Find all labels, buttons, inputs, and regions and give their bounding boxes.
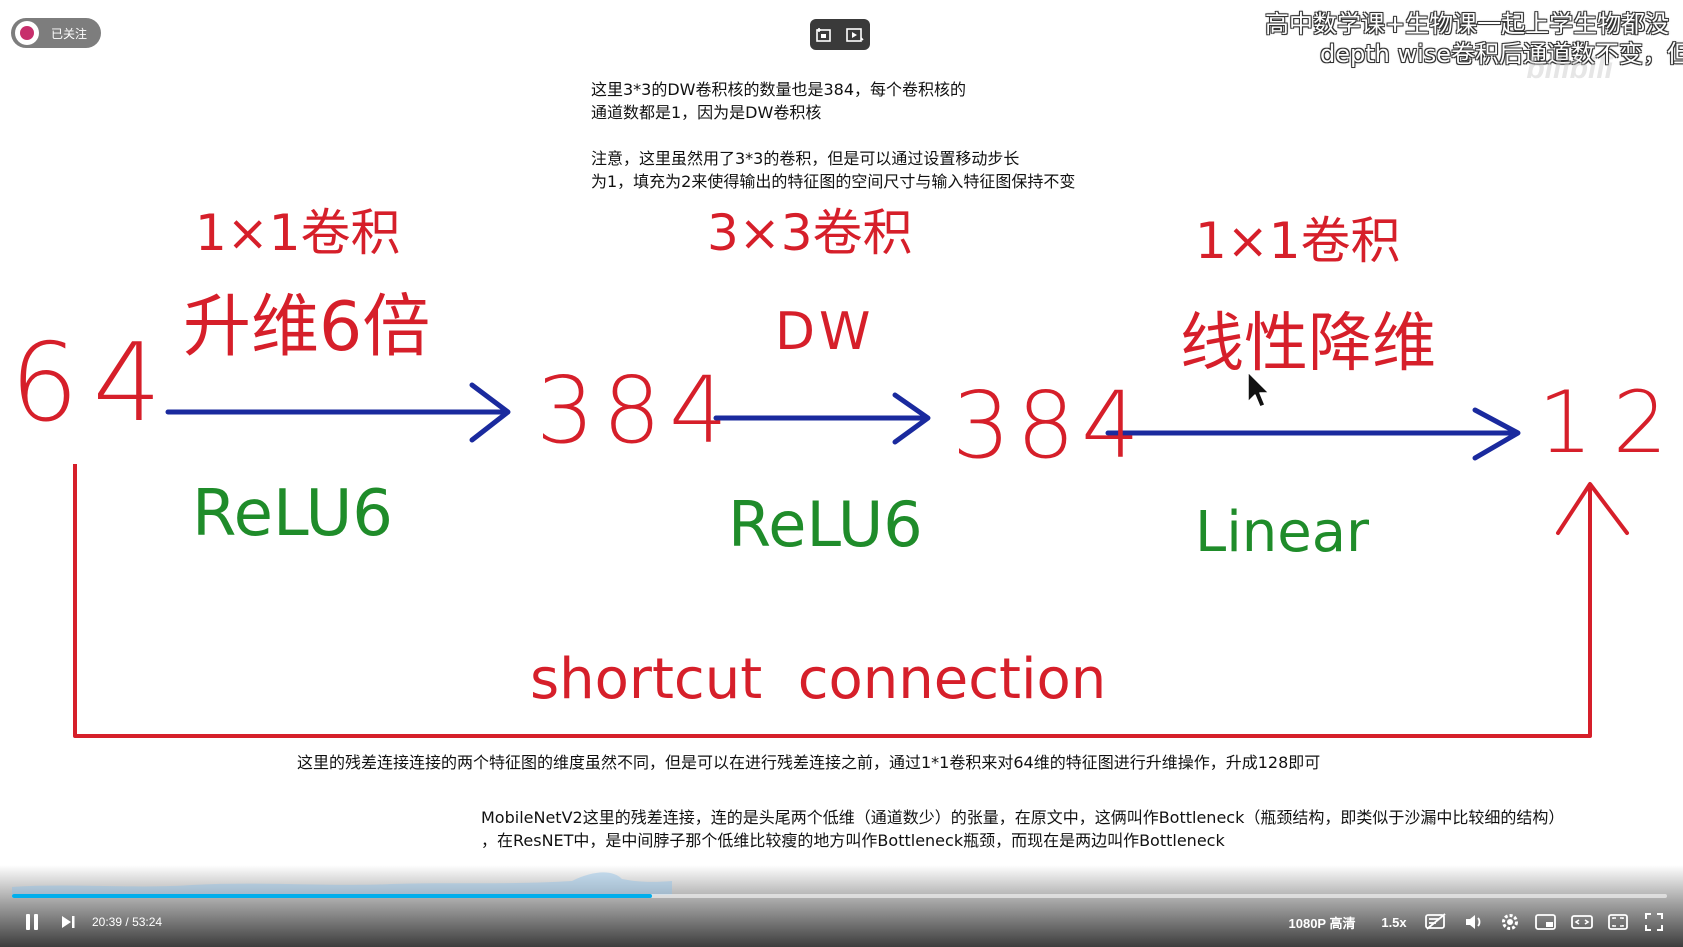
current-time: 20:39 (92, 915, 123, 929)
arrow-3 (1105, 407, 1521, 461)
time-display: 20:39 / 53:24 (92, 915, 162, 929)
stage2-activation-label: ReLU6 (728, 488, 923, 561)
progress-bar[interactable] (12, 894, 1667, 898)
stage2-op-label: DW (775, 302, 875, 362)
speed-selector[interactable]: 1.5x (1376, 907, 1412, 937)
web-fullscreen-icon[interactable] (1604, 907, 1632, 937)
video-frame[interactable]: 已关注 高中数学课+生物课一起上学生物都没 depth wise卷积后通道数不变… (0, 0, 1683, 947)
pause-button[interactable] (20, 907, 44, 937)
dw-dim-label: 384 (952, 372, 1146, 479)
note-bottleneck-line1: MobileNetV2这里的残差连接，连的是头尾两个低维（通道数少）的张量，在原… (481, 808, 1565, 827)
stage3-kernel-label: 1×1卷积 (1195, 212, 1401, 270)
controls-row: 20:39 / 53:24 1080P 高清 1.5x (0, 907, 1683, 939)
quality-selector[interactable]: 1080P 高清 (1284, 907, 1360, 937)
next-episode-button[interactable] (56, 907, 80, 937)
stage3-activation-label: Linear (1195, 500, 1370, 565)
stage1-op-label: 升维6倍 (183, 288, 431, 367)
fullscreen-icon[interactable] (1640, 907, 1668, 937)
time-separator: / (125, 915, 129, 929)
arrow-1 (165, 382, 511, 443)
output-dim-label: 128 (1538, 373, 1683, 473)
note-residual: 这里的残差连接连接的两个特征图的维度虽然不同，但是可以在进行残差连接之前，通过1… (297, 753, 1321, 772)
progress-played (12, 894, 652, 898)
stage1-kernel-label: 1×1卷积 (195, 204, 401, 262)
note-bottleneck-line2: ，在ResNET中，是中间脖子那个低维比较瘦的地方叫作Bottleneck瓶颈，… (481, 831, 1225, 850)
arrow-2 (713, 392, 931, 445)
expand-dim-label: 384 (536, 357, 736, 464)
player-control-bar: 20:39 / 53:24 1080P 高清 1.5x (0, 865, 1683, 947)
shortcut-connection-label: shortcut connection (530, 647, 1107, 712)
input-dim-label: 64 (10, 321, 176, 446)
bottleneck-diagram (73, 371, 1629, 738)
widescreen-icon[interactable] (1568, 907, 1596, 937)
stage2-kernel-label: 3×3卷积 (707, 204, 913, 262)
duration-time: 53:24 (132, 915, 163, 929)
settings-gear-icon[interactable] (1496, 907, 1524, 937)
danmaku-toggle-icon[interactable] (1422, 907, 1450, 937)
stage1-activation-label: ReLU6 (192, 477, 393, 551)
volume-icon[interactable] (1460, 907, 1488, 937)
highlight-heatmap (12, 872, 672, 895)
picture-in-picture-icon[interactable] (1532, 907, 1560, 937)
stage3-op-label: 线性降维 (1180, 307, 1436, 381)
